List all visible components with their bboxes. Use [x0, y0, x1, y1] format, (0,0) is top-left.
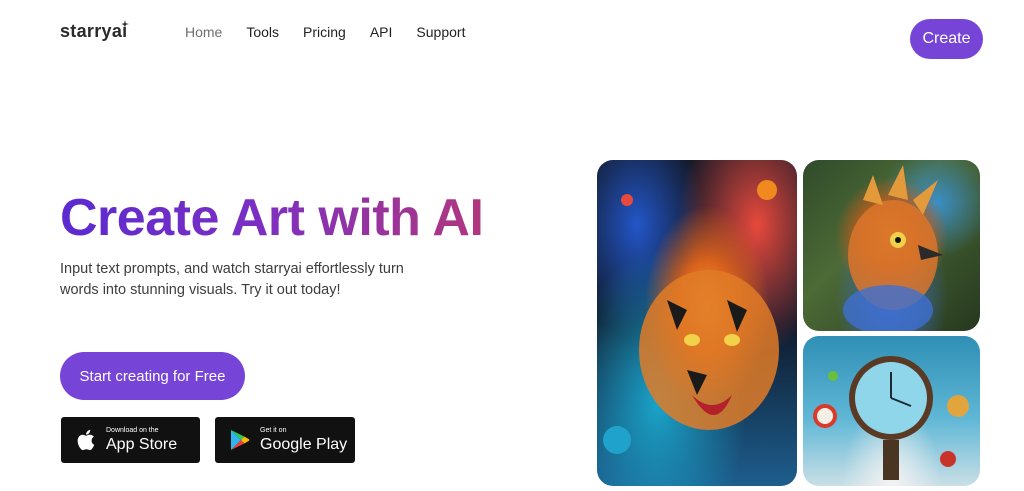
- app-store-label: App Store: [106, 436, 178, 453]
- clock-artwork-image: [803, 336, 980, 486]
- logo[interactable]: starryai: [60, 21, 127, 42]
- nav-home[interactable]: Home: [185, 24, 222, 40]
- start-creating-button[interactable]: Start creating for Free: [60, 352, 245, 400]
- google-play-icon: [229, 428, 251, 452]
- google-play-caption: Get it on: [260, 427, 287, 434]
- apple-icon: [75, 428, 97, 452]
- hero-subtitle: Input text prompts, and watch starryai e…: [60, 261, 404, 298]
- hero-title: Create Art with AI: [60, 189, 484, 247]
- create-button[interactable]: Create: [910, 19, 983, 59]
- sparkle-icon: [121, 20, 129, 28]
- nav-pricing[interactable]: Pricing: [303, 24, 346, 40]
- nav-support[interactable]: Support: [416, 24, 465, 40]
- nav-tools[interactable]: Tools: [246, 24, 279, 40]
- google-play-button[interactable]: Get it on Google Play: [215, 417, 355, 463]
- main-nav: Home Tools Pricing API Support: [185, 24, 465, 40]
- app-store-caption: Download on the: [106, 427, 159, 434]
- bird-artwork-image: [803, 160, 980, 331]
- nav-api[interactable]: API: [370, 24, 393, 40]
- tiger-artwork-image: [597, 160, 797, 486]
- google-play-label: Google Play: [260, 436, 348, 453]
- app-store-button[interactable]: Download on the App Store: [61, 417, 200, 463]
- site-header: starryai Home Tools Pricing API Support …: [0, 0, 1024, 70]
